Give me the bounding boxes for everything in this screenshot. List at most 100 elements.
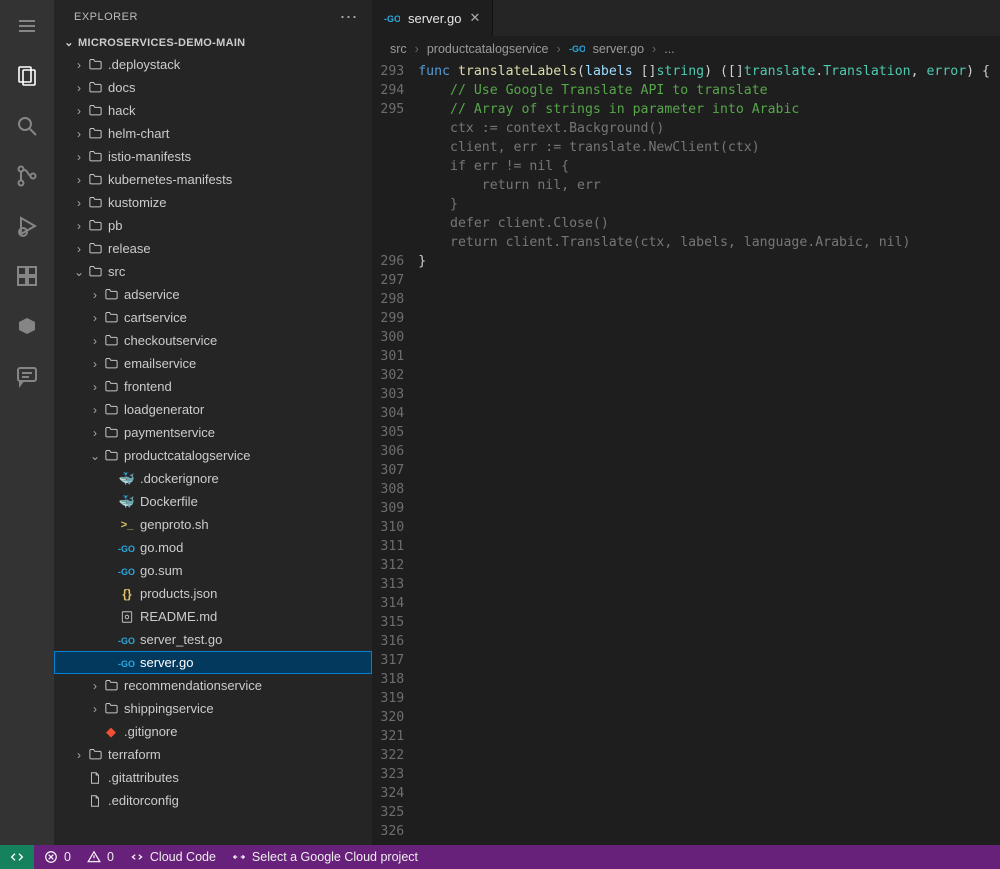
tree-file--dockerignore[interactable]: 🐳.dockerignore [54,467,372,490]
tree-folder-loadgenerator[interactable]: ›loadgenerator [54,398,372,421]
tree-file-go-sum[interactable]: -GOgo.sum [54,559,372,582]
tree-folder-hack[interactable]: ›hack [54,99,372,122]
cloud-code-icon[interactable] [13,312,41,340]
tree-folder-src[interactable]: ⌄src [54,260,372,283]
code-line[interactable] [418,328,990,347]
code-line[interactable] [418,461,990,480]
tree-folder-release[interactable]: ›release [54,237,372,260]
menu-icon[interactable] [13,12,41,40]
tree-folder-helm-chart[interactable]: ›helm-chart [54,122,372,145]
status-warnings[interactable]: 0 [87,850,114,864]
tree-folder-recommendationservice[interactable]: ›recommendationservice [54,674,372,697]
code-line[interactable] [418,613,990,632]
status-errors[interactable]: 0 [44,850,71,864]
code-line[interactable]: func translateLabels(labels []string) ([… [418,62,990,81]
code-line[interactable] [418,556,990,575]
code-line[interactable] [418,404,990,423]
tree-folder-kubernetes-manifests[interactable]: ›kubernetes-manifests [54,168,372,191]
code-line[interactable] [418,290,990,309]
breadcrumb-more[interactable]: ... [664,42,674,56]
code-line[interactable] [418,822,990,841]
remote-indicator[interactable] [0,845,34,869]
tree-folder--deploystack[interactable]: ›.deploystack [54,53,372,76]
tree-folder-istio-manifests[interactable]: ›istio-manifests [54,145,372,168]
code-line[interactable]: } [418,252,990,271]
code-line[interactable] [418,670,990,689]
close-icon[interactable]: ✕ [469,10,480,26]
code-line[interactable] [418,727,990,746]
tree-folder-pb[interactable]: ›pb [54,214,372,237]
code-line[interactable] [418,442,990,461]
tree-file-products-json[interactable]: {}products.json [54,582,372,605]
code-line[interactable] [418,803,990,822]
code-content[interactable]: func translateLabels(labels []string) ([… [418,62,1000,845]
code-line[interactable] [418,575,990,594]
code-line[interactable] [418,366,990,385]
tree-folder-docs[interactable]: ›docs [54,76,372,99]
status-cloud-code[interactable]: Cloud Code [130,850,216,864]
breadcrumb-productcatalogservice[interactable]: productcatalogservice [427,42,549,56]
explorer-icon[interactable] [13,62,41,90]
code-line[interactable]: client, err := translate.NewClient(ctx) [418,138,990,157]
tree-folder-paymentservice[interactable]: ›paymentservice [54,421,372,444]
code-line[interactable] [418,765,990,784]
status-select-project[interactable]: Select a Google Cloud project [232,850,418,864]
code-line[interactable] [418,480,990,499]
code-line[interactable]: // Array of strings in parameter into Ar… [418,100,990,119]
code-line[interactable]: return client.Translate(ctx, labels, lan… [418,233,990,252]
code-line[interactable]: } [418,195,990,214]
tree-file-server-go[interactable]: -GOserver.go [54,651,372,674]
code-line[interactable] [418,651,990,670]
code-line[interactable] [418,632,990,651]
code-line[interactable] [418,708,990,727]
tree-folder-shippingservice[interactable]: ›shippingservice [54,697,372,720]
tree-folder-frontend[interactable]: ›frontend [54,375,372,398]
source-control-icon[interactable] [13,162,41,190]
breadcrumb-file[interactable]: server.go [593,42,644,56]
code-line[interactable] [418,347,990,366]
breadcrumbs[interactable]: src › productcatalogservice › -GO server… [372,36,1000,62]
tree-file-dockerfile[interactable]: 🐳Dockerfile [54,490,372,513]
project-root[interactable]: ⌄ MICROSERVICES-DEMO-MAIN [54,34,372,53]
code-line[interactable]: if err != nil { [418,157,990,176]
code-line[interactable] [418,594,990,613]
code-line[interactable] [418,499,990,518]
tree-file--gitignore[interactable]: ◆.gitignore [54,720,372,743]
code-line[interactable] [418,537,990,556]
debug-icon[interactable] [13,212,41,240]
code-line[interactable]: defer client.Close() [418,214,990,233]
chevron-right-icon: › [88,288,102,302]
tree-file-server-test-go[interactable]: -GOserver_test.go [54,628,372,651]
tab-server-go[interactable]: -GO server.go ✕ [372,0,493,36]
tree-folder-emailservice[interactable]: ›emailservice [54,352,372,375]
code-line[interactable] [418,309,990,328]
tree-folder-checkoutservice[interactable]: ›checkoutservice [54,329,372,352]
code-line[interactable]: ctx := context.Background() [418,119,990,138]
tree-folder-adservice[interactable]: ›adservice [54,283,372,306]
tree-file-genproto-sh[interactable]: >_genproto.sh [54,513,372,536]
extensions-icon[interactable] [13,262,41,290]
code-line[interactable] [418,746,990,765]
tree-folder-kustomize[interactable]: ›kustomize [54,191,372,214]
tree-file-go-mod[interactable]: -GOgo.mod [54,536,372,559]
tree-file--gitattributes[interactable]: .gitattributes [54,766,372,789]
tree-folder-productcatalogservice[interactable]: ⌄productcatalogservice [54,444,372,467]
tree-file--editorconfig[interactable]: .editorconfig [54,789,372,812]
breadcrumb-src[interactable]: src [390,42,407,56]
code-line[interactable] [418,784,990,803]
code-line[interactable]: // Use Google Translate API to translate [418,81,990,100]
search-icon[interactable] [13,112,41,140]
tree-file-readme-md[interactable]: README.md [54,605,372,628]
tree-item-label: genproto.sh [140,517,209,532]
explorer-more-icon[interactable]: ⋯ [340,8,359,26]
code-line[interactable] [418,423,990,442]
code-line[interactable] [418,518,990,537]
code-line[interactable]: return nil, err [418,176,990,195]
tree-folder-cartservice[interactable]: ›cartservice [54,306,372,329]
chat-icon[interactable] [13,362,41,390]
code-line[interactable] [418,689,990,708]
code-line[interactable] [418,271,990,290]
code-area[interactable]: 2932942952962972982993003013023033043053… [372,62,1000,845]
code-line[interactable] [418,385,990,404]
tree-folder-terraform[interactable]: ›terraform [54,743,372,766]
